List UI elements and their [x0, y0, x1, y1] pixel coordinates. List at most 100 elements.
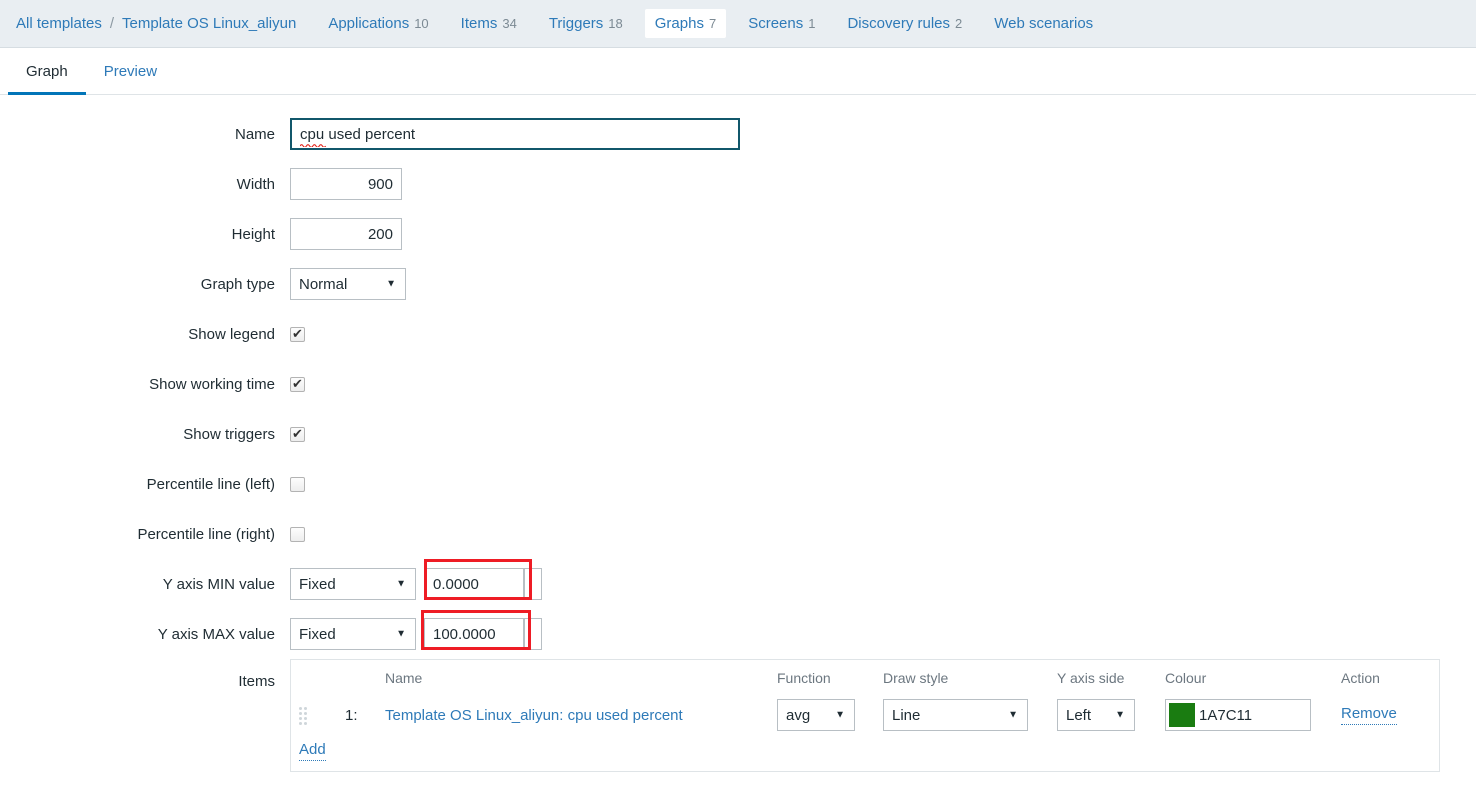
nav-tab-items-count: 34: [502, 16, 517, 31]
y-axis-min-value-input[interactable]: [424, 568, 524, 600]
nav-tab-triggers-label: Triggers: [548, 15, 604, 32]
colour-swatch[interactable]: [1169, 703, 1195, 727]
y-axis-min-mode-select-wrapper: Fixed ▼: [290, 568, 416, 600]
field-row-show-legend: Show legend ✔: [0, 309, 1476, 359]
nav-tab-graphs[interactable]: Graphs 7: [644, 9, 727, 38]
show-triggers-checkbox[interactable]: ✔: [290, 426, 305, 442]
nav-tab-items-label: Items: [460, 15, 498, 32]
nav-tab-discovery-rules-label: Discovery rules: [847, 15, 950, 32]
y-axis-max-value-input[interactable]: [424, 618, 524, 650]
drag-handle-icon[interactable]: [299, 706, 310, 725]
nav-tab-discovery-rules[interactable]: Discovery rules 2: [837, 9, 972, 38]
items-table-head: Name Function Draw style Y axis side Col…: [291, 660, 1439, 695]
field-row-y-axis-max: Y axis MAX value Fixed ▼: [0, 609, 1476, 659]
y-axis-max-value-extra-input[interactable]: [524, 618, 542, 650]
header-function: Function: [777, 670, 831, 686]
remove-item-link[interactable]: Remove: [1341, 705, 1397, 725]
tab-preview-label: Preview: [103, 62, 158, 80]
function-select[interactable]: avg: [777, 699, 855, 731]
field-row-show-triggers: Show triggers ✔: [0, 409, 1476, 459]
label-show-legend: Show legend: [188, 325, 275, 343]
add-item-row: Add: [291, 735, 1439, 771]
nav-tab-discovery-rules-count: 2: [955, 16, 963, 31]
y-axis-min-mode-select[interactable]: Fixed: [290, 568, 416, 600]
header-colour: Colour: [1165, 670, 1207, 686]
items-table-header-row: Name Function Draw style Y axis side Col…: [291, 660, 1439, 695]
row-function-cell: avg ▼: [769, 695, 875, 735]
nav-tab-applications-label: Applications: [328, 15, 410, 32]
label-y-axis-max: Y axis MAX value: [157, 625, 275, 643]
graph-type-select[interactable]: Normal: [290, 268, 406, 300]
checkmark-icon: ✔: [292, 426, 303, 441]
tab-graph[interactable]: Graph: [8, 48, 86, 95]
field-row-width: Width: [0, 159, 1476, 209]
label-items: Items: [238, 673, 275, 690]
table-row: 1: Template OS Linux_aliyun: cpu used pe…: [291, 695, 1439, 735]
colour-picker-field[interactable]: 1A7C11: [1165, 699, 1311, 731]
label-percentile-left: Percentile line (left): [146, 475, 275, 493]
nav-tab-web-scenarios[interactable]: Web scenarios: [984, 9, 1103, 38]
width-input[interactable]: [290, 168, 402, 200]
nav-tab-screens[interactable]: Screens 1: [738, 9, 825, 38]
y-axis-side-select[interactable]: Left: [1057, 699, 1135, 731]
percentile-left-checkbox[interactable]: ✔: [290, 476, 305, 492]
field-row-graph-type: Graph type Normal ▼: [0, 259, 1476, 309]
label-name: Name: [234, 125, 275, 143]
control-show-triggers: ✔: [290, 426, 305, 442]
show-working-time-checkbox[interactable]: ✔: [290, 376, 305, 392]
nav-tab-applications-count: 10: [414, 16, 429, 31]
field-row-percentile-left: Percentile line (left) ✔: [0, 459, 1476, 509]
control-y-axis-max: Fixed ▼: [290, 610, 542, 650]
name-input[interactable]: [290, 118, 740, 150]
graph-type-select-wrapper: Normal ▼: [290, 268, 406, 300]
label-graph-type: Graph type: [200, 275, 275, 293]
breadcrumb-all-templates[interactable]: All templates: [10, 15, 108, 32]
control-name: [290, 118, 740, 150]
nav-tab-web-scenarios-label: Web scenarios: [994, 15, 1094, 32]
nav-tab-items[interactable]: Items 34: [451, 9, 527, 38]
header-name: Name: [385, 670, 423, 686]
items-table: Name Function Draw style Y axis side Col…: [291, 660, 1439, 735]
show-legend-checkbox[interactable]: ✔: [290, 326, 305, 342]
row-drag-handle-cell: [291, 695, 337, 735]
field-row-items: Items Name Function Draw style Y axis si…: [0, 659, 1476, 772]
nav-tab-graphs-label: Graphs: [654, 15, 704, 32]
checkmark-icon: ✔: [292, 326, 303, 341]
height-input[interactable]: [290, 218, 402, 250]
checkmark-icon: ✔: [292, 376, 303, 391]
y-axis-max-mode-select[interactable]: Fixed: [290, 618, 416, 650]
label-show-working-time: Show working time: [149, 375, 275, 393]
control-graph-type: Normal ▼: [290, 268, 406, 300]
add-item-link[interactable]: Add: [299, 741, 326, 761]
field-row-name: Name: [0, 109, 1476, 159]
colour-hex-label: 1A7C11: [1199, 706, 1253, 724]
nav-tab-triggers-count: 18: [608, 16, 623, 31]
breadcrumb-separator: /: [109, 15, 115, 32]
label-height: Height: [231, 225, 275, 243]
label-y-axis-min: Y axis MIN value: [162, 575, 275, 593]
field-row-height: Height: [0, 209, 1476, 259]
nav-tab-graphs-count: 7: [708, 16, 717, 31]
tab-preview[interactable]: Preview: [86, 48, 175, 94]
control-y-axis-min: Fixed ▼: [290, 559, 542, 600]
label-width: Width: [236, 175, 275, 193]
draw-style-select[interactable]: Line: [883, 699, 1028, 731]
y-axis-side-select-wrapper: Left ▼: [1057, 699, 1135, 731]
name-input-wrapper: [290, 118, 740, 150]
y-axis-min-value-extra-input[interactable]: [524, 568, 542, 600]
tab-graph-label: Graph: [26, 62, 68, 80]
control-percentile-right: ✔: [290, 526, 305, 542]
graph-configuration-form: Name Width Height Graph type No: [0, 95, 1476, 772]
field-row-show-working-time: Show working time ✔: [0, 359, 1476, 409]
field-row-percentile-right: Percentile line (right) ✔: [0, 509, 1476, 559]
nav-tab-applications[interactable]: Applications 10: [318, 9, 438, 38]
items-table-body: 1: Template OS Linux_aliyun: cpu used pe…: [291, 695, 1439, 735]
percentile-right-checkbox[interactable]: ✔: [290, 526, 305, 542]
label-show-triggers: Show triggers: [183, 425, 275, 443]
row-index-label: 1:: [345, 706, 358, 724]
item-name-link[interactable]: Template OS Linux_aliyun: cpu used perce…: [385, 707, 683, 724]
breadcrumb-template-name[interactable]: Template OS Linux_aliyun: [116, 15, 302, 32]
nav-tab-triggers[interactable]: Triggers 18: [539, 9, 633, 38]
header-index: [337, 660, 377, 695]
row-colour-cell: 1A7C11: [1157, 695, 1333, 735]
